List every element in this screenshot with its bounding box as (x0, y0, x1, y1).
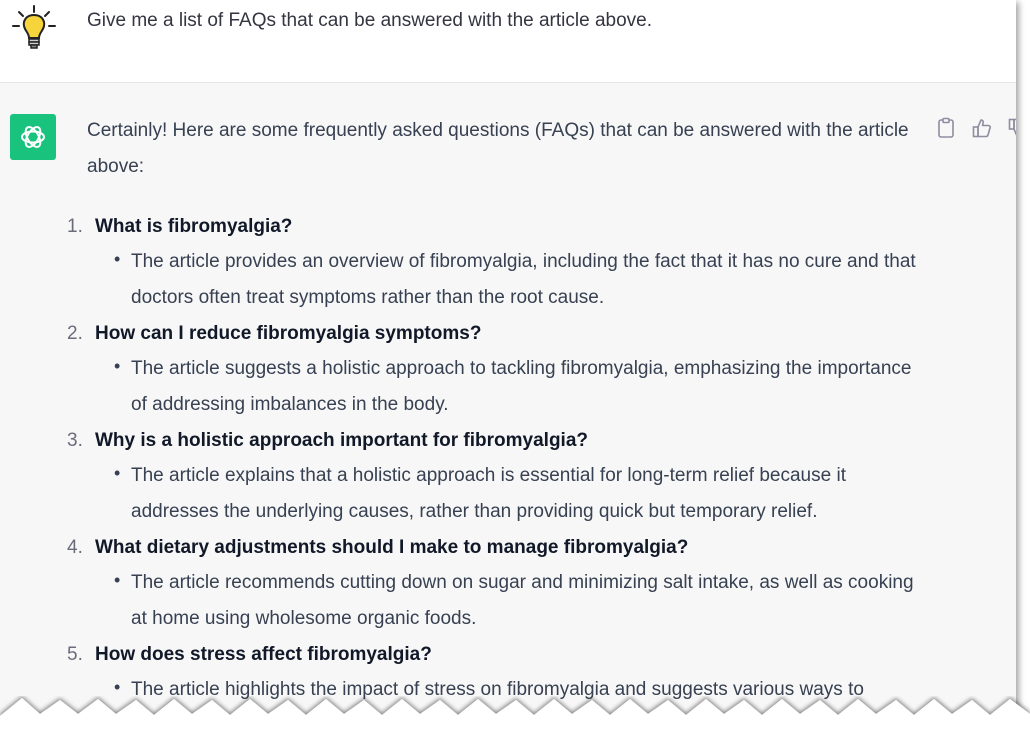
bullet-icon: • (114, 570, 121, 590)
faq-item: 3. Why is a holistic approach important … (67, 423, 917, 530)
openai-logo-icon (10, 114, 56, 160)
faq-answer-text: The article suggests a holistic approach… (131, 358, 912, 415)
faq-question: What dietary adjustments should I make t… (95, 537, 689, 558)
lightbulb-icon (12, 5, 56, 49)
faq-number: 2. (67, 323, 83, 344)
torn-edge (0, 698, 1030, 742)
faq-question: What is fibromyalgia? (95, 216, 293, 237)
user-message: Give me a list of FAQs that can be answe… (0, 0, 1016, 83)
thumbs-down-icon[interactable] (1007, 117, 1016, 139)
faq-number: 4. (67, 537, 83, 558)
faq-question: How does stress affect fibromyalgia? (95, 644, 432, 665)
bullet-icon: • (114, 356, 121, 376)
assistant-message: Certainly! Here are some frequently aske… (0, 83, 1016, 742)
faq-item: 1. What is fibromyalgia? • The article pr… (67, 209, 917, 316)
faq-number: 3. (67, 430, 83, 451)
faq-answer: • The article recommends cutting down on … (114, 565, 917, 637)
faq-answer-text: The article provides an overview of fibr… (131, 251, 916, 308)
faq-number: 5. (67, 644, 83, 665)
bullet-icon: • (114, 249, 121, 269)
faq-number: 1. (67, 216, 83, 237)
faq-question: How can I reduce fibromyalgia symptoms? (95, 323, 482, 344)
faq-answer-text: The article explains that a holistic app… (131, 465, 846, 522)
faq-item: 4. What dietary adjustments should I mak… (67, 530, 917, 637)
faq-answer: • The article suggests a holistic approac… (114, 351, 917, 423)
faq-list: 1. What is fibromyalgia? • The article pr… (67, 209, 917, 708)
faq-answer: • The article provides an overview of fib… (114, 244, 917, 316)
faq-answer: • The article explains that a holistic ap… (114, 458, 917, 530)
bullet-icon: • (114, 463, 121, 483)
assistant-answer: Certainly! Here are some frequently aske… (67, 113, 917, 708)
clipboard-icon[interactable] (935, 117, 957, 139)
faq-question: Why is a holistic approach important for… (95, 430, 589, 451)
answer-intro: Certainly! Here are some frequently aske… (87, 120, 909, 177)
faq-answer-text: The article recommends cutting down on s… (131, 572, 914, 629)
faq-item: 2. How can I reduce fibromyalgia symptom… (67, 316, 917, 423)
user-message-text: Give me a list of FAQs that can be answe… (87, 10, 652, 31)
thumbs-up-icon[interactable] (971, 117, 993, 139)
chat-window: Give me a list of FAQs that can be answe… (0, 0, 1016, 742)
